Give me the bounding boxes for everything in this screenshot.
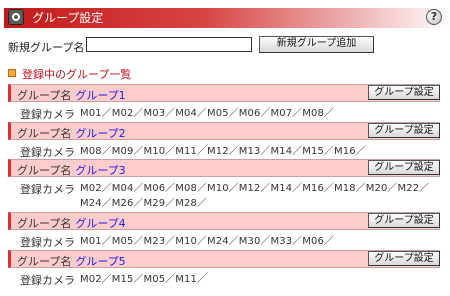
camera-list: M02／M04／M06／M08／M10／M12／M14／M16／M18／M20／… <box>80 183 430 209</box>
camera-list: M01／M05／M23／M10／M24／M30／M33／M06／ <box>80 236 335 247</box>
camera-row: 登録カメラ M01／M02／M03／M04／M05／M06／M07／M08／ <box>8 106 440 121</box>
group-label-text: グループ名 <box>17 217 72 230</box>
group-label-text: グループ名 <box>17 127 72 140</box>
group-label: グループ名 グループ3 <box>17 162 126 178</box>
group-label-text: グループ名 <box>17 164 72 177</box>
group-settings-button[interactable]: グループ設定 <box>368 160 440 175</box>
group-header-bar: グループ名 グループ3 グループ設定 <box>8 159 440 177</box>
page-title: グループ設定 <box>32 11 104 25</box>
group-label-text: グループ名 <box>17 89 72 102</box>
group-label-text: グループ名 <box>17 255 72 268</box>
group-header-bar: グループ名 グループ2 グループ設定 <box>8 122 440 140</box>
group-block-5: グループ名 グループ5 グループ設定 登録カメラ M02／M15／M05／M11／ <box>8 250 440 287</box>
group-name: グループ1 <box>75 89 126 102</box>
camera-list: M01／M02／M03／M04／M05／M06／M07／M08／ <box>80 108 335 119</box>
group-label: グループ名 グループ5 <box>17 253 126 269</box>
group-settings-button[interactable]: グループ設定 <box>368 251 440 266</box>
new-group-label: 新規グループ名 <box>8 41 85 54</box>
group-name: グループ4 <box>75 217 126 230</box>
new-group-row: 新規グループ名 新規グループ追加 <box>8 36 448 55</box>
title-bar: グループ設定 ? <box>0 0 450 30</box>
group-header-bar: グループ名 グループ5 グループ設定 <box>8 250 440 268</box>
camera-row: 登録カメラ M01／M05／M23／M10／M24／M30／M33／M06／ <box>8 234 440 249</box>
group-block-3: グループ名 グループ3 グループ設定 登録カメラ M02／M04／M06／M08／… <box>8 159 440 211</box>
camera-badge-icon <box>8 9 24 25</box>
group-settings-button[interactable]: グループ設定 <box>368 85 440 100</box>
camera-row: 登録カメラ M02／M15／M05／M11／ <box>8 272 440 287</box>
camera-list: M08／M09／M10／M11／M12／M13／M14／M15／M16／ <box>80 146 366 157</box>
group-name: グループ2 <box>75 127 126 140</box>
new-group-name-input[interactable] <box>86 37 252 52</box>
bullet-square-icon <box>8 69 16 77</box>
camera-label: 登録カメラ <box>20 108 75 121</box>
group-block-2: グループ名 グループ2 グループ設定 登録カメラ M08／M09／M10／M11／… <box>8 122 440 159</box>
group-block-4: グループ名 グループ4 グループ設定 登録カメラ M01／M05／M23／M10／… <box>8 212 440 249</box>
group-block-1: グループ名 グループ1 グループ設定 登録カメラ M01／M02／M03／M04／… <box>8 84 440 121</box>
camera-row: 登録カメラ M08／M09／M10／M11／M12／M13／M14／M15／M1… <box>8 144 440 159</box>
group-settings-button[interactable]: グループ設定 <box>368 123 440 138</box>
group-settings-button[interactable]: グループ設定 <box>368 213 440 228</box>
group-name: グループ5 <box>75 255 126 268</box>
camera-list: M02／M15／M05／M11／ <box>80 274 208 285</box>
group-list-heading-text: 登録中のグループ一覧 <box>22 68 132 81</box>
camera-label: 登録カメラ <box>20 274 75 287</box>
camera-row: 登録カメラ M02／M04／M06／M08／M10／M12／M14／M16／M1… <box>8 181 440 211</box>
group-label: グループ名 グループ1 <box>17 87 126 103</box>
camera-label: 登録カメラ <box>20 146 75 159</box>
add-group-button[interactable]: 新規グループ追加 <box>259 36 374 53</box>
group-label: グループ名 グループ2 <box>17 125 126 141</box>
group-header-bar: グループ名 グループ1 グループ設定 <box>8 84 440 102</box>
group-label: グループ名 グループ4 <box>17 215 126 231</box>
camera-label: 登録カメラ <box>20 236 75 249</box>
group-name: グループ3 <box>75 164 126 177</box>
camera-label: 登録カメラ <box>20 183 75 196</box>
help-icon[interactable]: ? <box>426 9 442 25</box>
group-header-bar: グループ名 グループ4 グループ設定 <box>8 212 440 230</box>
